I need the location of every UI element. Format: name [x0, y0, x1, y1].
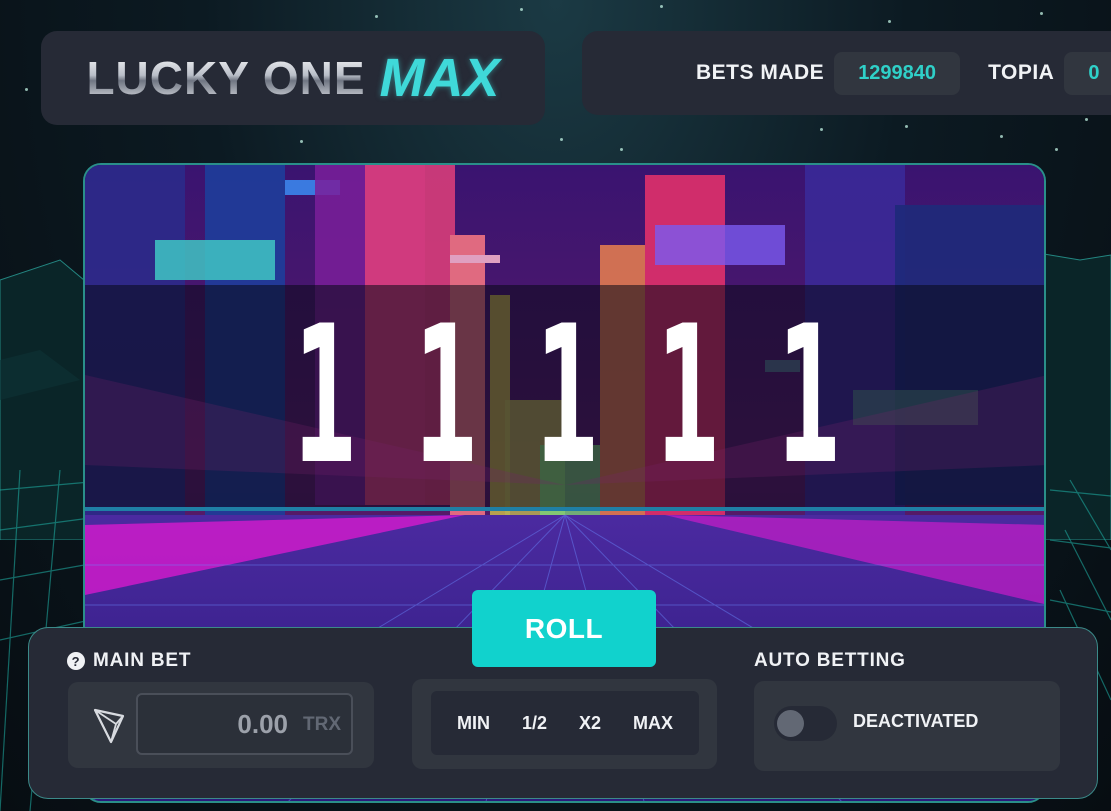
double-button[interactable]: X2: [579, 713, 601, 734]
quick-bet-buttons: MIN 1/2 X2 MAX: [431, 691, 699, 755]
main-bet-box: TRX: [68, 682, 374, 768]
auto-betting-toggle[interactable]: [774, 706, 837, 741]
auto-betting-status: DEACTIVATED: [853, 711, 979, 731]
topia-value: 0: [1064, 51, 1111, 95]
auto-betting-title: AUTO BETTING: [754, 650, 906, 672]
logo-accent-text: MAX: [379, 48, 500, 108]
main-bet-label: MAIN BET: [93, 650, 192, 671]
bet-amount-field[interactable]: TRX: [136, 693, 353, 755]
result-digit: 1: [293, 285, 356, 506]
result-digit: 1: [656, 285, 719, 506]
bets-made-label: BETS MADE: [696, 61, 825, 84]
tron-icon: [93, 708, 125, 744]
min-button[interactable]: MIN: [457, 713, 490, 734]
toggle-knob: [777, 710, 804, 737]
bet-amount-input[interactable]: [138, 695, 288, 753]
bet-currency-unit: TRX: [303, 714, 341, 735]
help-icon[interactable]: ?: [67, 652, 85, 670]
result-digit: 1: [535, 285, 598, 506]
result-digit: 1: [414, 285, 477, 506]
result-digit: 1: [777, 285, 840, 506]
half-button[interactable]: 1/2: [522, 713, 547, 734]
logo-text: LUCKY ONE: [86, 52, 366, 104]
quick-bet-box: MIN 1/2 X2 MAX: [412, 679, 717, 769]
auto-betting-box: DEACTIVATED: [754, 681, 1060, 771]
main-bet-title: ? MAIN BET: [67, 650, 191, 672]
logo-panel: LUCKY ONE MAX: [41, 31, 545, 125]
roll-button[interactable]: ROLL: [472, 590, 656, 667]
stats-panel: BETS MADE 1299840 TOPIA 0: [582, 31, 1111, 115]
result-digits: 1 1 1 1 1: [85, 285, 1044, 511]
bets-made-value: 1299840: [834, 51, 961, 95]
max-button[interactable]: MAX: [633, 713, 673, 734]
topia-label: TOPIA: [988, 61, 1055, 84]
auto-betting-label: AUTO BETTING: [754, 650, 906, 671]
